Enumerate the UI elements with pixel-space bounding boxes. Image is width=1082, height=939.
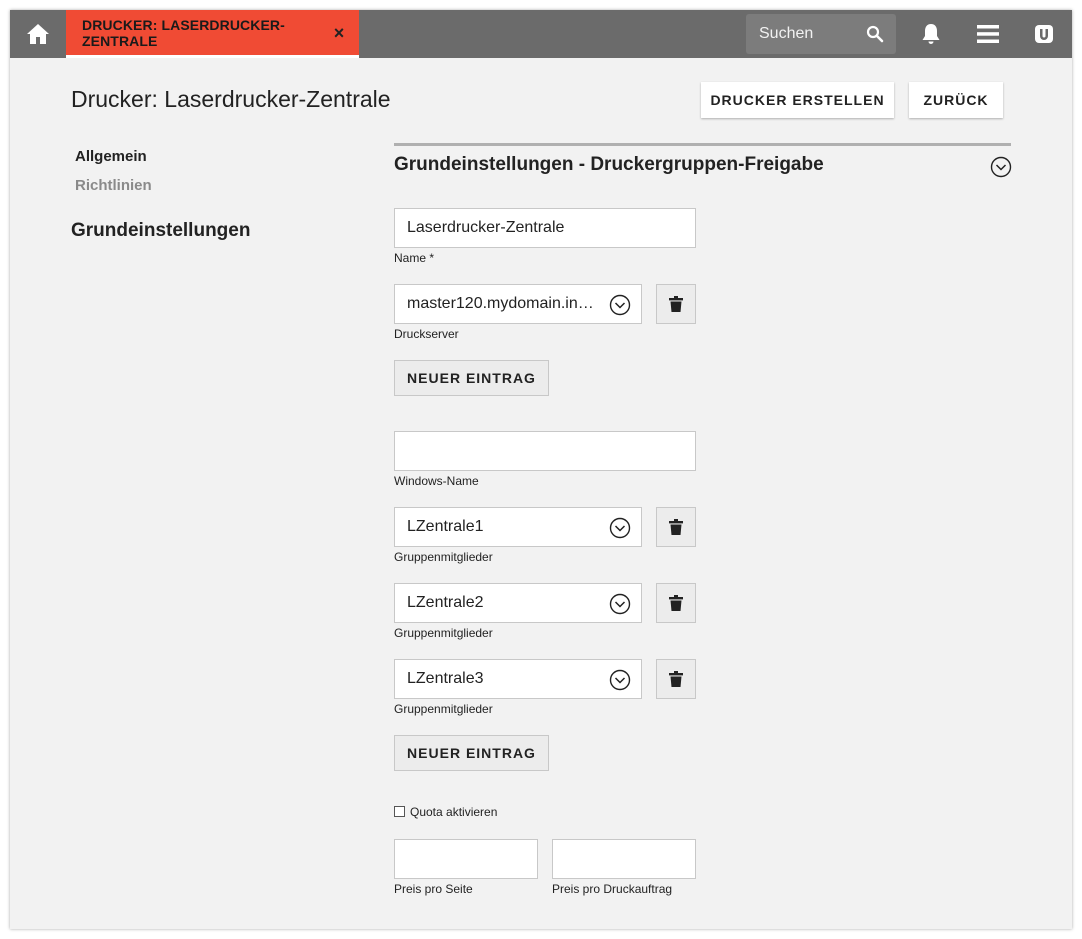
search-input[interactable]: Suchen bbox=[746, 14, 896, 54]
member-value: LZentrale1 bbox=[407, 518, 484, 535]
member-select-2[interactable]: LZentrale2 bbox=[394, 583, 642, 623]
member-select-3[interactable]: LZentrale3 bbox=[394, 659, 642, 699]
price-per-page-field[interactable] bbox=[394, 839, 538, 879]
delete-member-2-button[interactable] bbox=[656, 583, 696, 623]
menu-button[interactable] bbox=[968, 10, 1008, 58]
home-icon bbox=[27, 24, 49, 44]
tab-printer[interactable]: DRUCKER: LASERDRUCKER-ZENTRALE × bbox=[66, 10, 359, 58]
search-placeholder: Suchen bbox=[759, 25, 814, 42]
price-per-page-label: Preis pro Seite bbox=[394, 882, 473, 896]
univention-logo-icon bbox=[1035, 25, 1053, 43]
chevron-down-icon bbox=[609, 517, 631, 539]
bell-icon bbox=[922, 24, 940, 44]
menu-icon bbox=[977, 25, 999, 43]
section-divider bbox=[394, 143, 1011, 146]
nav-item-allgemein[interactable]: Allgemein bbox=[75, 148, 147, 165]
home-button[interactable] bbox=[10, 10, 66, 58]
windows-name-label: Windows-Name bbox=[394, 474, 479, 488]
section-title: Grundeinstellungen - Druckergruppen-Frei… bbox=[394, 154, 824, 175]
close-icon[interactable]: × bbox=[329, 23, 349, 43]
trash-icon bbox=[669, 595, 683, 611]
search-icon[interactable] bbox=[866, 25, 884, 43]
price-per-job-label: Preis pro Druckauftrag bbox=[552, 882, 673, 896]
name-label: Name * bbox=[394, 251, 435, 265]
app-window: DRUCKER: LASERDRUCKER-ZENTRALE × Suchen bbox=[10, 10, 1072, 929]
back-button[interactable]: ZURÜCK bbox=[909, 82, 1003, 118]
member-value: LZentrale2 bbox=[407, 594, 484, 611]
member-value: LZentrale3 bbox=[407, 670, 484, 687]
create-printer-button[interactable]: DRUCKER ERSTELLEN bbox=[701, 82, 894, 118]
chevron-down-icon bbox=[609, 294, 631, 316]
member-select-1[interactable]: LZentrale1 bbox=[394, 507, 642, 547]
member-label: Gruppenmitglieder bbox=[394, 550, 493, 564]
nav-item-richtlinien[interactable]: Richtlinien bbox=[75, 177, 152, 194]
member-label: Gruppenmitglieder bbox=[394, 626, 493, 640]
new-entry-button-druckserver[interactable]: NEUER EINTRAG bbox=[394, 360, 549, 396]
quota-checkbox[interactable] bbox=[394, 806, 405, 817]
tab-label: DRUCKER: LASERDRUCKER-ZENTRALE bbox=[82, 16, 285, 49]
name-value: Laserdrucker-Zentrale bbox=[407, 219, 565, 236]
trash-icon bbox=[669, 296, 683, 312]
new-entry-button-members[interactable]: NEUER EINTRAG bbox=[394, 735, 549, 771]
trash-icon bbox=[669, 519, 683, 535]
top-bar: DRUCKER: LASERDRUCKER-ZENTRALE × Suchen bbox=[10, 10, 1072, 58]
delete-member-1-button[interactable] bbox=[656, 507, 696, 547]
side-section-label: Grundeinstellungen bbox=[71, 220, 251, 241]
druckserver-value: master120.mydomain.int… bbox=[407, 295, 597, 312]
page-title: Drucker: Laserdrucker-Zentrale bbox=[71, 86, 391, 112]
druckserver-select[interactable]: master120.mydomain.int… bbox=[394, 284, 642, 324]
delete-member-3-button[interactable] bbox=[656, 659, 696, 699]
windows-name-field[interactable] bbox=[394, 431, 696, 471]
quota-label[interactable]: Quota aktivieren bbox=[410, 805, 497, 819]
delete-druckserver-button[interactable] bbox=[656, 284, 696, 324]
price-per-job-field[interactable] bbox=[552, 839, 696, 879]
trash-icon bbox=[669, 671, 683, 687]
collapse-section-icon[interactable] bbox=[990, 156, 1012, 178]
univention-button[interactable] bbox=[1024, 10, 1064, 58]
chevron-down-icon bbox=[609, 669, 631, 691]
name-field[interactable]: Laserdrucker-Zentrale bbox=[394, 208, 696, 248]
chevron-down-icon bbox=[609, 593, 631, 615]
druckserver-label: Druckserver bbox=[394, 327, 459, 341]
notifications-button[interactable] bbox=[911, 10, 951, 58]
member-label: Gruppenmitglieder bbox=[394, 702, 493, 716]
